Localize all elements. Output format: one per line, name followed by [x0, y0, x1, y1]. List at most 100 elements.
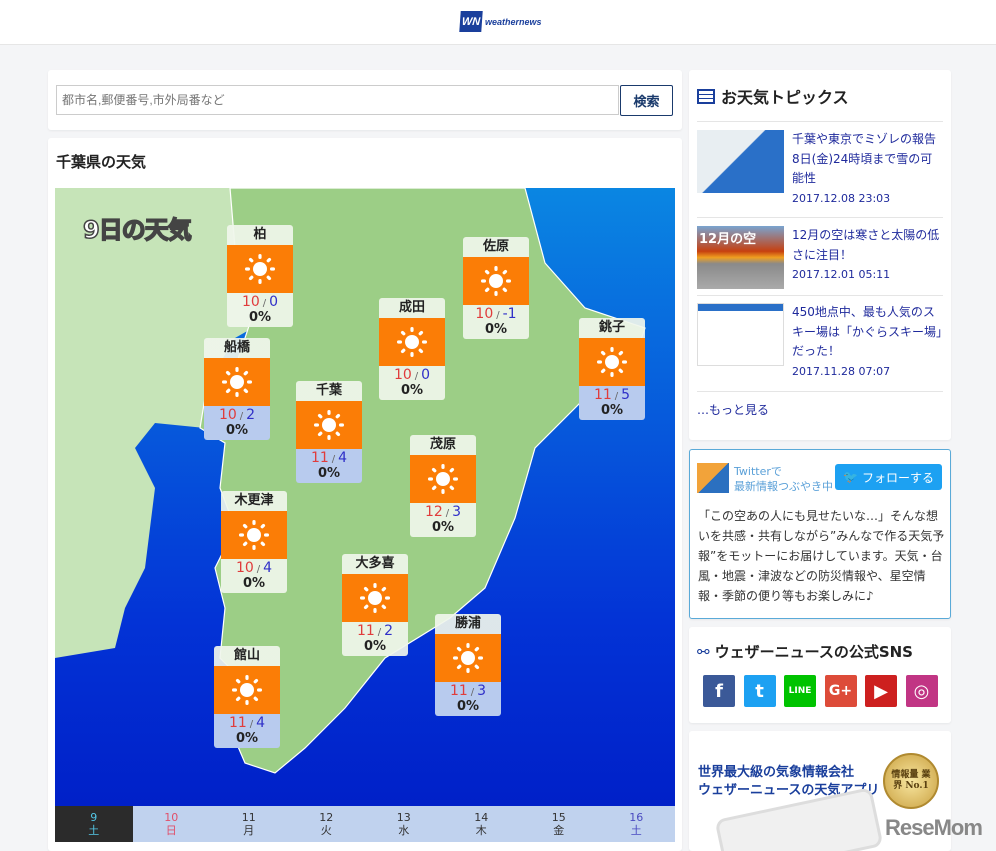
day-tab[interactable]: 11 月 — [210, 806, 288, 842]
temperatures: 10/0 — [393, 367, 431, 383]
weathernews-logo[interactable]: WN weathernews — [459, 11, 542, 32]
logo-text: weathernews — [485, 16, 542, 27]
day-tab[interactable]: 10 日 — [133, 806, 211, 842]
sns-title: ウェザーニュースの公式SNS — [714, 643, 913, 661]
day-tab[interactable]: 14 木 — [443, 806, 521, 842]
twitter-icon[interactable]: t — [743, 675, 776, 707]
high-temp: 10 — [393, 367, 412, 383]
weather-map: 9日の天気 柏 10/0 0% 佐原 10/-1 0% 成田 10/0 0% 銚… — [55, 188, 675, 806]
city-forecast-card[interactable]: 千葉 11/4 0% — [296, 381, 362, 483]
city-forecast-card[interactable]: 勝浦 11/3 0% — [435, 614, 501, 716]
search-input[interactable] — [56, 85, 619, 115]
day-weekday: 金 — [553, 824, 565, 837]
low-temp: 3 — [477, 683, 487, 699]
city-forecast-card[interactable]: 大多喜 11/2 0% — [342, 554, 408, 656]
topics-header: お天気トピックス — [697, 84, 849, 108]
city-forecast-card[interactable]: 成田 10/0 0% — [379, 298, 445, 400]
day-selector: 9 土 10 日 11 月 12 火 13 水 14 木 15 金 16 土 — [55, 806, 675, 842]
topic-item[interactable]: 450地点中、最も人気のスキー場は「かぐらスキー場」だった！ 2017.11.28… — [697, 303, 943, 378]
more-link[interactable]: …もっと見る — [697, 401, 769, 418]
day-weekday: 水 — [398, 824, 410, 837]
city-forecast-card[interactable]: 木更津 10/4 0% — [221, 491, 287, 593]
day-tab[interactable]: 9土 — [55, 806, 133, 842]
sun-icon — [410, 455, 476, 503]
sun-icon — [579, 338, 645, 386]
high-temp: 12 — [424, 504, 443, 520]
sun-icon — [435, 634, 501, 682]
precip-probability: 0% — [248, 310, 272, 325]
divider — [697, 391, 943, 392]
twitter-promo-line2: 最新情報つぶやき中 — [734, 480, 833, 493]
high-temp: 11 — [310, 450, 329, 466]
day-date: 14 — [474, 811, 489, 824]
topic-item[interactable]: 12月の空 12月の空は寒さと太陽の低さに注目！ 2017.12.01 05:11 — [697, 226, 943, 289]
resemom-watermark: ReseMom — [885, 815, 983, 840]
topic-title[interactable]: 450地点中、最も人気のスキー場は「かぐらスキー場」だった！ — [792, 303, 943, 362]
precip-probability: 0% — [317, 466, 341, 481]
city-forecast-card[interactable]: 佐原 10/-1 0% — [463, 237, 529, 339]
site-header: WN weathernews — [0, 0, 996, 45]
city-name: 成田 — [398, 300, 425, 315]
line-icon[interactable]: LINE — [784, 675, 816, 707]
topic-item[interactable]: 千葉や東京でミゾレの報告 8日(金)24時頃まで雪の可能性 2017.12.08 … — [697, 130, 948, 205]
city-forecast-card[interactable]: 銚子 11/5 0% — [579, 318, 645, 420]
day-tab[interactable]: 15 金 — [520, 806, 598, 842]
city-forecast-card[interactable]: 船橋 10/2 0% — [204, 338, 270, 440]
map-shape — [55, 188, 646, 774]
low-temp: 4 — [256, 715, 266, 731]
sns-header: ⚯ ウェザーニュースの公式SNS — [697, 641, 913, 662]
divider — [697, 121, 943, 122]
topic-title[interactable]: 12月の空は寒さと太陽の低さに注目！ — [792, 226, 943, 265]
instagram-icon[interactable]: ◎ — [905, 675, 938, 707]
low-temp: 4 — [338, 450, 348, 466]
day-tab[interactable]: 16 土 — [598, 806, 676, 842]
day-date: 13 — [396, 811, 411, 824]
topic-thumbnail: 12月の空 — [697, 226, 784, 289]
section-title: 千葉県の天気 — [56, 153, 147, 171]
twitter-description: 「この空あの人にも見せたいな…」そんな想いを共感・共有しながら”みんなで作る天気… — [698, 509, 945, 603]
day-weekday: 木 — [475, 824, 487, 837]
low-temp: 0 — [269, 294, 279, 310]
city-name: 千葉 — [315, 383, 342, 398]
day-tab[interactable]: 12 火 — [288, 806, 366, 842]
high-temp: 10 — [475, 306, 494, 322]
google-plus-icon[interactable]: G+ — [824, 675, 857, 707]
temperatures: 11/2 — [356, 623, 394, 639]
topic-date: 2017.12.01 05:11 — [792, 268, 891, 281]
high-temp: 11 — [356, 623, 375, 639]
youtube-icon[interactable]: ▶ — [865, 675, 897, 707]
low-temp: 0 — [421, 367, 431, 383]
follow-label: フォローする — [861, 470, 934, 485]
day-tab[interactable]: 13 水 — [365, 806, 443, 842]
temperatures: 11/4 — [310, 450, 348, 466]
city-forecast-card[interactable]: 茂原 12/3 0% — [410, 435, 476, 537]
day-weekday: 土 — [88, 824, 100, 837]
city-name: 佐原 — [482, 239, 509, 254]
day-date: 11 — [241, 811, 256, 824]
low-temp: -1 — [502, 306, 517, 322]
sun-icon — [379, 318, 445, 366]
city-name: 木更津 — [234, 493, 274, 508]
search-button[interactable]: 検索 — [620, 85, 673, 116]
sun-icon — [296, 401, 362, 449]
temperatures: 10/2 — [218, 407, 256, 423]
sun-icon — [214, 666, 280, 714]
temperatures: 10/4 — [235, 560, 273, 576]
low-temp: 2 — [246, 407, 256, 423]
precip-probability: 0% — [600, 403, 624, 418]
logo-mark: WN — [459, 11, 483, 32]
temperatures: 11/4 — [228, 715, 266, 731]
city-forecast-card[interactable]: 館山 11/4 0% — [214, 646, 280, 748]
facebook-icon[interactable]: f — [703, 675, 735, 707]
follow-button[interactable]: 🐦 フォローする — [835, 464, 942, 490]
low-temp: 5 — [621, 387, 631, 403]
city-name: 勝浦 — [454, 616, 481, 631]
precip-probability: 0% — [225, 423, 249, 438]
day-weekday: 月 — [243, 824, 255, 837]
divider — [697, 217, 943, 218]
sun-icon — [227, 245, 293, 293]
topic-title[interactable]: 千葉や東京でミゾレの報告 8日(金)24時頃まで雪の可能性 — [792, 130, 948, 189]
precip-probability: 0% — [431, 520, 455, 535]
city-forecast-card[interactable]: 柏 10/0 0% — [227, 225, 293, 327]
day-weekday: 土 — [630, 824, 642, 837]
